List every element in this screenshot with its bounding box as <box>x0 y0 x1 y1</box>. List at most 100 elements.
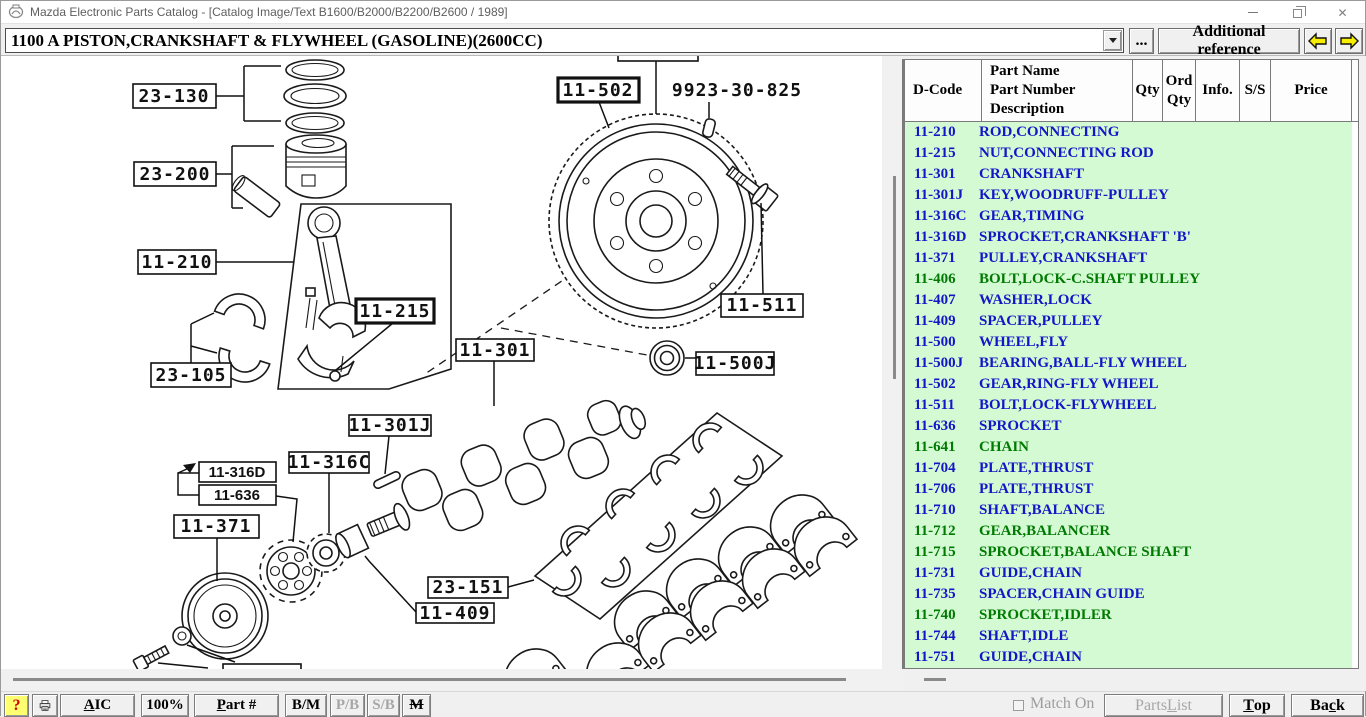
table-horizontal-scrollbar[interactable] <box>904 669 1366 691</box>
status-toolbar: ? A IC 100% Part # B/M P/B S/B M Match On… <box>1 691 1365 717</box>
bm-button[interactable]: B/M <box>285 694 327 717</box>
more-button[interactable]: ... <box>1129 28 1154 54</box>
table-row[interactable]: 11-641 CHAIN <box>905 437 1352 458</box>
print-button[interactable] <box>32 694 58 717</box>
table-row[interactable]: 11-710 SHAFT,BALANCE <box>905 500 1352 521</box>
diagram-vertical-scrollbar-thumb[interactable] <box>893 176 896 379</box>
svg-text:11-511: 11-511 <box>726 295 797 316</box>
connecting-rod <box>277 203 452 390</box>
svg-text:11-210: 11-210 <box>141 252 212 273</box>
restore-button[interactable] <box>1275 1 1320 24</box>
header-qty: Qty <box>1133 60 1163 121</box>
woodruff-key <box>373 470 401 490</box>
next-page-button[interactable] <box>1335 28 1363 54</box>
table-row[interactable]: 11-704 PLATE,THRUST <box>905 458 1352 479</box>
header-part: Part Name Part Number Description <box>982 60 1133 121</box>
diagram-label-11-409[interactable]: 11-409 <box>415 602 495 624</box>
header-price: Price <box>1271 60 1352 121</box>
part-number-button[interactable]: Part # <box>194 694 279 717</box>
aic-button[interactable]: A IC <box>60 694 135 717</box>
app-icon <box>8 4 24 20</box>
table-row[interactable]: 11-406 BOLT,LOCK-C.SHAFT PULLEY <box>905 269 1352 290</box>
diagram-label-11-210[interactable]: 11-210 <box>137 249 217 275</box>
svg-text:11-301: 11-301 <box>459 340 530 361</box>
sb-button[interactable]: S/B <box>367 694 400 717</box>
pulley-washer <box>172 626 192 646</box>
window-title: Mazda Electronic Parts Catalog - [Catalo… <box>30 5 508 19</box>
table-row[interactable]: 11-409 SPACER,PULLEY <box>905 311 1352 332</box>
table-row[interactable]: 11-316C GEAR,TIMING <box>905 206 1352 227</box>
piston <box>285 134 347 199</box>
table-row[interactable]: 11-215 NUT,CONNECTING ROD <box>905 143 1352 164</box>
pilot-bearing <box>649 340 685 376</box>
combobox-dropdown-button[interactable] <box>1103 30 1122 51</box>
parts-table: D-Code Part Name Part Number Description… <box>904 59 1359 669</box>
match-on-checkbox[interactable] <box>1013 700 1024 711</box>
table-row[interactable]: 11-731 GUIDE,CHAIN <box>905 563 1352 584</box>
m-button[interactable]: M <box>402 694 431 717</box>
diagram-label-23-151[interactable]: 23-151 <box>427 576 509 599</box>
svg-text:11-316D: 11-316D <box>209 464 266 481</box>
zoom-level-button[interactable]: 100% <box>141 694 189 717</box>
table-row[interactable]: 11-316D SPROCKET,CRANKSHAFT 'B' <box>905 227 1352 248</box>
table-row[interactable]: 11-500J BEARING,BALL-FLY WHEEL <box>905 353 1352 374</box>
diagram-panel[interactable]: 23-130 23-200 11-210 11-215 23-105 11-50… <box>1 56 904 669</box>
diagram-label-11-636[interactable]: 11-636 <box>198 484 277 506</box>
svg-text:11-371: 11-371 <box>180 516 251 537</box>
piston-pin <box>231 175 281 218</box>
previous-page-button[interactable] <box>1304 28 1332 54</box>
table-row[interactable]: 11-751 GUIDE,CHAIN <box>905 647 1352 668</box>
table-row[interactable]: 11-735 SPACER,CHAIN GUIDE <box>905 584 1352 605</box>
diagram-label-11-502[interactable]: 11-502 <box>556 76 641 104</box>
diagram-label-23-105[interactable]: 23-105 <box>150 362 232 388</box>
diagram-label-11-316C[interactable]: 11-316C <box>288 451 371 474</box>
diagram-horizontal-scrollbar-thumb[interactable] <box>13 678 846 681</box>
table-row[interactable]: 11-301J KEY,WOODRUFF-PULLEY <box>905 185 1352 206</box>
table-row[interactable]: 11-301 CRANKSHAFT <box>905 164 1352 185</box>
back-button[interactable]: Ba c k <box>1291 694 1364 717</box>
header-dcode: D-Code <box>905 60 982 121</box>
diagram-label-11-215[interactable]: 11-215 <box>354 297 436 325</box>
close-button[interactable]: ✕ <box>1320 1 1365 24</box>
diagram-label-11-301J[interactable]: 11-301J <box>348 414 432 437</box>
printer-icon <box>39 700 51 711</box>
table-row[interactable]: 11-511 BOLT,LOCK-FLYWHEEL <box>905 395 1352 416</box>
diagram-horizontal-scrollbar[interactable] <box>1 669 904 691</box>
section-combobox[interactable]: 1100 A PISTON,CRANKSHAFT & FLYWHEEL (GAS… <box>5 28 1124 53</box>
table-row[interactable]: 11-407 WASHER,LOCK <box>905 290 1352 311</box>
pb-button[interactable]: P/B <box>330 694 365 717</box>
table-row[interactable]: 11-500 WHEEL,FLY <box>905 332 1352 353</box>
table-row[interactable]: 11-502 GEAR,RING-FLY WHEEL <box>905 374 1352 395</box>
table-horizontal-scrollbar-thumb[interactable] <box>924 678 946 681</box>
table-row[interactable]: 11-712 GEAR,BALANCER <box>905 521 1352 542</box>
titlebar: Mazda Electronic Parts Catalog - [Catalo… <box>1 1 1365 24</box>
diagram-label-23-200[interactable]: 23-200 <box>133 161 217 187</box>
diagram-label-11-301[interactable]: 11-301 <box>455 338 535 362</box>
arrowhead-icon <box>183 463 196 473</box>
top-button[interactable]: Top <box>1229 694 1285 717</box>
table-row[interactable]: 11-715 SPROCKET,BALANCE SHAFT <box>905 542 1352 563</box>
minimize-button[interactable] <box>1230 1 1275 24</box>
diagram-label-11-500J[interactable]: 11-500J <box>694 351 777 376</box>
svg-text:23-200: 23-200 <box>139 164 210 185</box>
parts-list-button[interactable]: Parts List <box>1104 694 1223 717</box>
additional-reference-button[interactable]: Additional reference <box>1158 23 1300 58</box>
table-row[interactable]: 11-371 PULLEY,CRANKSHAFT <box>905 248 1352 269</box>
table-row[interactable]: 11-744 SHAFT,IDLE <box>905 626 1352 647</box>
table-row[interactable]: 11-636 SPROCKET <box>905 416 1352 437</box>
table-row[interactable]: 11-210 ROD,CONNECTING <box>905 122 1352 143</box>
diagram-vertical-scrollbar[interactable] <box>882 56 904 669</box>
table-row[interactable]: 11-740 SPROCKET,IDLER <box>905 605 1352 626</box>
diagram-label-11-316D[interactable]: 11-316D <box>198 461 277 483</box>
table-row[interactable]: 11-706 PLATE,THRUST <box>905 479 1352 500</box>
app-window: { "window": { "title": "Mazda Electronic… <box>0 0 1366 717</box>
arrow-left-icon <box>1308 32 1327 50</box>
help-button[interactable]: ? <box>4 694 29 717</box>
svg-text:11-636: 11-636 <box>214 487 260 504</box>
diagram-label-23-130[interactable]: 23-130 <box>132 83 217 109</box>
svg-text:11-301J: 11-301J <box>349 415 432 436</box>
diagram-label-11-511[interactable]: 11-511 <box>720 293 804 318</box>
diagram-label-11-371[interactable]: 11-371 <box>173 514 260 539</box>
diagram-label-9923-30-825[interactable]: 9923-30-825 <box>672 80 802 101</box>
svg-text:11-409: 11-409 <box>419 603 490 624</box>
